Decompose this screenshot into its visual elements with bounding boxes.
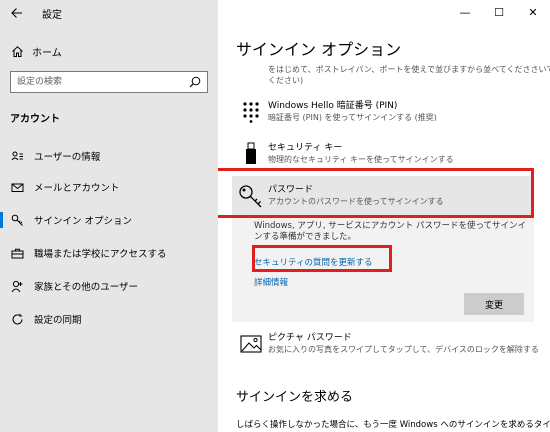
key-icon <box>10 213 24 227</box>
sidebar-item-label: 家族とその他のユーザー <box>34 282 139 293</box>
require-signin-text: しばらく操作しなかった場合に、もう一度 Windows へのサインインを求めるタ… <box>236 420 550 430</box>
search-icon[interactable] <box>189 76 201 88</box>
sidebar-item-label: 設定の同期 <box>34 315 82 326</box>
back-button[interactable] <box>4 2 30 24</box>
require-signin-heading: サインインを求める <box>236 390 354 405</box>
change-button[interactable]: 変更 <box>464 293 524 315</box>
truncated-description: ください) <box>268 76 304 85</box>
highlight-box <box>252 245 392 272</box>
sidebar-item-email[interactable]: メールとアカウント <box>0 174 218 200</box>
usb-key-icon <box>240 141 262 167</box>
option-description: 暗証番号 (PIN) を使ってサインインする (推奨) <box>268 113 437 122</box>
sidebar-item-label: 職場または学校にアクセスする <box>34 249 167 260</box>
sidebar-item-label: ホーム <box>32 47 62 59</box>
picture-icon <box>240 331 262 357</box>
option-title: Windows Hello 暗証番号 (PIN) <box>268 101 398 111</box>
option-title: セキュリティ キー <box>268 143 343 153</box>
pin-keypad-icon <box>240 99 262 125</box>
sidebar-item-sync[interactable]: 設定の同期 <box>0 306 218 332</box>
mail-icon <box>10 180 24 194</box>
sidebar-item-family[interactable]: 家族とその他のユーザー <box>0 273 218 299</box>
sync-icon <box>10 312 24 326</box>
sidebar-item-user-info[interactable]: ユーザーの情報 <box>0 143 218 169</box>
search-field[interactable] <box>10 71 208 93</box>
sidebar-item-label: メールとアカウント <box>34 183 120 194</box>
section-heading: アカウント <box>10 114 60 125</box>
app-title: 設定 <box>42 10 62 21</box>
option-description: 物理的なセキュリティ キーを使ってサインインする <box>268 155 454 164</box>
search-input[interactable] <box>17 75 177 89</box>
user-info-icon <box>10 149 24 163</box>
sidebar-item-work-school[interactable]: 職場または学校にアクセスする <box>0 240 218 266</box>
option-pin[interactable]: Windows Hello 暗証番号 (PIN) 暗証番号 (PIN) を使って… <box>236 95 536 131</box>
sidebar: 設定 ホーム アカウント ユーザーの情報 メールとアカウント サインイン オプシ… <box>0 0 218 432</box>
truncated-description: をはじめて、ポストレイパン、ポートを使えで並びますから並べてくだささいでくれ <box>268 65 550 74</box>
sidebar-item-signin-options[interactable]: サインイン オプション <box>0 207 218 233</box>
window-controls: — ☐ ✕ <box>448 0 550 26</box>
home-icon <box>10 44 24 58</box>
option-picture-password[interactable]: ピクチャ パスワード お気に入りの写真をスワイプしてタップして、デバイスのロック… <box>236 327 539 363</box>
highlight-box <box>218 168 534 218</box>
back-arrow-icon <box>11 8 22 18</box>
sidebar-item-home[interactable]: ホーム <box>0 38 218 64</box>
briefcase-icon <box>10 246 24 260</box>
main-panel: — ☐ ✕ サインイン オプション をはじめて、ポストレイパン、ポートを使えで並… <box>218 0 550 432</box>
details-link[interactable]: 詳細情報 <box>254 276 288 288</box>
close-button[interactable]: ✕ <box>516 0 550 24</box>
option-description: お気に入りの写真をスワイプしてタップして、デバイスのロックを解除する <box>268 345 539 354</box>
minimize-button[interactable]: — <box>448 0 482 24</box>
add-user-icon <box>10 279 24 293</box>
title-bar: 設定 <box>0 0 218 28</box>
page-title: サインイン オプション <box>236 40 402 59</box>
sidebar-item-label: ユーザーの情報 <box>34 152 101 163</box>
password-detail-text: Windows, アプリ, サービスにアカウント パスワードを使ってサインインす… <box>254 221 527 242</box>
sidebar-item-label: サインイン オプション <box>34 216 133 227</box>
option-title: ピクチャ パスワード <box>268 333 352 343</box>
maximize-button[interactable]: ☐ <box>482 0 516 24</box>
